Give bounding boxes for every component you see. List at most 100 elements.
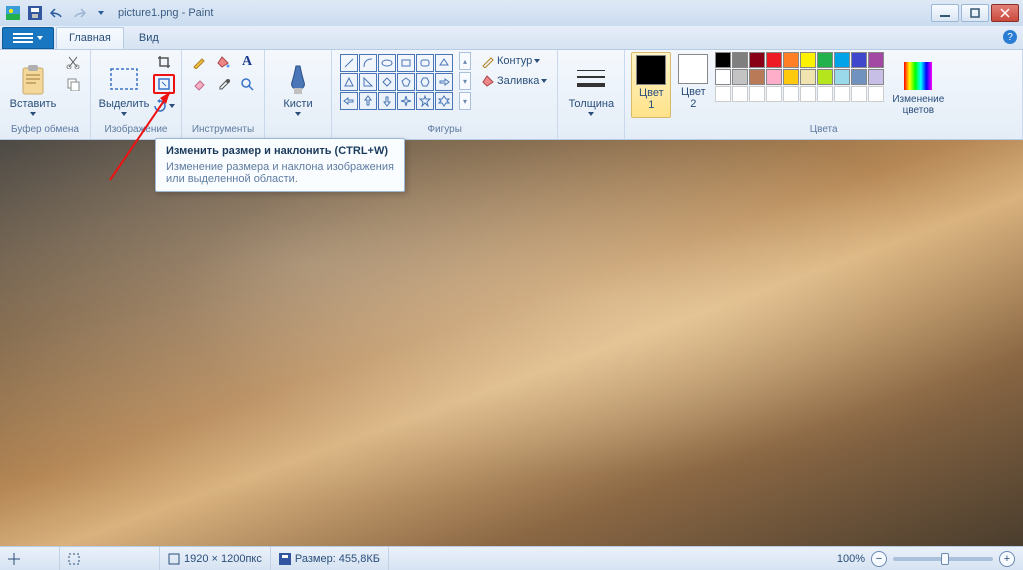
zoom-slider-thumb[interactable]: [941, 553, 949, 565]
file-menu-button[interactable]: [2, 27, 54, 49]
zoom-out-button[interactable]: −: [871, 551, 887, 567]
color1-swatch: [636, 55, 666, 85]
shape-fill-button[interactable]: Заливка: [477, 72, 551, 90]
palette-swatch[interactable]: [732, 69, 748, 85]
pencil-tool[interactable]: [188, 52, 210, 72]
palette-swatch[interactable]: [783, 86, 799, 102]
palette-swatch[interactable]: [749, 69, 765, 85]
shape-arrow-d[interactable]: [378, 92, 396, 110]
selection-icon: [68, 553, 80, 565]
color2-button[interactable]: Цвет 2: [673, 52, 713, 118]
palette-swatch[interactable]: [715, 52, 731, 68]
palette-swatch[interactable]: [783, 69, 799, 85]
zoom-in-button[interactable]: +: [999, 551, 1015, 567]
app-icon: [4, 4, 22, 22]
shape-rect[interactable]: [397, 54, 415, 72]
close-button[interactable]: [991, 4, 1019, 22]
magnifier-tool[interactable]: [236, 74, 258, 94]
tab-view[interactable]: Вид: [126, 27, 172, 49]
brush-icon: [282, 64, 314, 96]
color1-button[interactable]: Цвет 1: [631, 52, 671, 118]
shape-curve[interactable]: [359, 54, 377, 72]
palette-swatch[interactable]: [800, 52, 816, 68]
shapes-gallery[interactable]: [338, 52, 455, 112]
help-button[interactable]: ?: [1003, 30, 1017, 44]
spectrum-icon: [902, 60, 934, 92]
shape-arrow-r[interactable]: [435, 73, 453, 91]
shape-hexagon[interactable]: [416, 73, 434, 91]
paste-label: Вставить: [10, 98, 57, 110]
palette-swatch[interactable]: [868, 86, 884, 102]
eraser-tool[interactable]: [188, 74, 210, 94]
undo-icon[interactable]: [48, 4, 66, 22]
copy-button[interactable]: [62, 74, 84, 94]
palette-swatch[interactable]: [766, 86, 782, 102]
selection-size: [60, 547, 160, 570]
palette-swatch[interactable]: [783, 52, 799, 68]
palette-swatch[interactable]: [868, 52, 884, 68]
crop-button[interactable]: [153, 52, 175, 72]
palette-swatch[interactable]: [732, 52, 748, 68]
crosshair-icon: [8, 553, 20, 565]
palette-swatch[interactable]: [715, 86, 731, 102]
shape-line[interactable]: [340, 54, 358, 72]
shape-star6[interactable]: [435, 92, 453, 110]
shape-diamond[interactable]: [378, 73, 396, 91]
shape-roundrect[interactable]: [416, 54, 434, 72]
palette-swatch[interactable]: [817, 86, 833, 102]
zoom-slider[interactable]: [893, 557, 993, 561]
group-shapes-label: Фигуры: [338, 122, 551, 139]
palette-swatch[interactable]: [851, 86, 867, 102]
save-icon[interactable]: [26, 4, 44, 22]
palette-swatch[interactable]: [817, 69, 833, 85]
cut-button[interactable]: [62, 52, 84, 72]
shape-oval[interactable]: [378, 54, 396, 72]
window-controls: [931, 4, 1023, 22]
shape-polygon[interactable]: [435, 54, 453, 72]
color-picker-tool[interactable]: [212, 74, 234, 94]
size-button[interactable]: Толщина: [564, 52, 618, 118]
shape-rtriangle[interactable]: [359, 73, 377, 91]
palette-swatch[interactable]: [749, 52, 765, 68]
shape-outline-button[interactable]: Контур: [477, 52, 551, 70]
brushes-button[interactable]: Кисти: [271, 52, 325, 118]
palette-swatch[interactable]: [851, 52, 867, 68]
palette-swatch[interactable]: [800, 86, 816, 102]
text-tool[interactable]: A: [236, 52, 258, 72]
qat-dropdown[interactable]: [92, 4, 110, 22]
maximize-button[interactable]: [961, 4, 989, 22]
shapes-scroll-up[interactable]: ▴: [459, 52, 471, 70]
resize-tooltip: Изменить размер и наклонить (CTRL+W) Изм…: [155, 138, 405, 192]
dimensions-icon: [168, 553, 180, 565]
palette-swatch[interactable]: [715, 69, 731, 85]
shape-triangle[interactable]: [340, 73, 358, 91]
palette-swatch[interactable]: [749, 86, 765, 102]
tab-home[interactable]: Главная: [56, 27, 124, 49]
group-clipboard-label: Буфер обмена: [6, 122, 84, 139]
palette-swatch[interactable]: [732, 86, 748, 102]
shape-star5[interactable]: [416, 92, 434, 110]
palette-swatch[interactable]: [834, 52, 850, 68]
palette-swatch[interactable]: [834, 69, 850, 85]
canvas[interactable]: [0, 140, 1023, 546]
paste-button[interactable]: Вставить: [6, 52, 60, 118]
palette-swatch[interactable]: [868, 69, 884, 85]
palette-swatch[interactable]: [800, 69, 816, 85]
shape-pentagon[interactable]: [397, 73, 415, 91]
shapes-scroll-down[interactable]: ▾: [459, 72, 471, 90]
shapes-expand[interactable]: ▾: [459, 92, 471, 110]
zoom-controls: 100% − +: [829, 551, 1023, 567]
palette-swatch[interactable]: [766, 69, 782, 85]
palette-swatch[interactable]: [817, 52, 833, 68]
edit-colors-button[interactable]: Изменение цветов: [886, 52, 950, 118]
shape-arrow-u[interactable]: [359, 92, 377, 110]
fill-tool[interactable]: [212, 52, 234, 72]
shape-arrow-l[interactable]: [340, 92, 358, 110]
group-tools: A Инструменты: [182, 50, 265, 139]
palette-swatch[interactable]: [851, 69, 867, 85]
minimize-button[interactable]: [931, 4, 959, 22]
palette-swatch[interactable]: [766, 52, 782, 68]
redo-icon[interactable]: [70, 4, 88, 22]
palette-swatch[interactable]: [834, 86, 850, 102]
shape-star4[interactable]: [397, 92, 415, 110]
